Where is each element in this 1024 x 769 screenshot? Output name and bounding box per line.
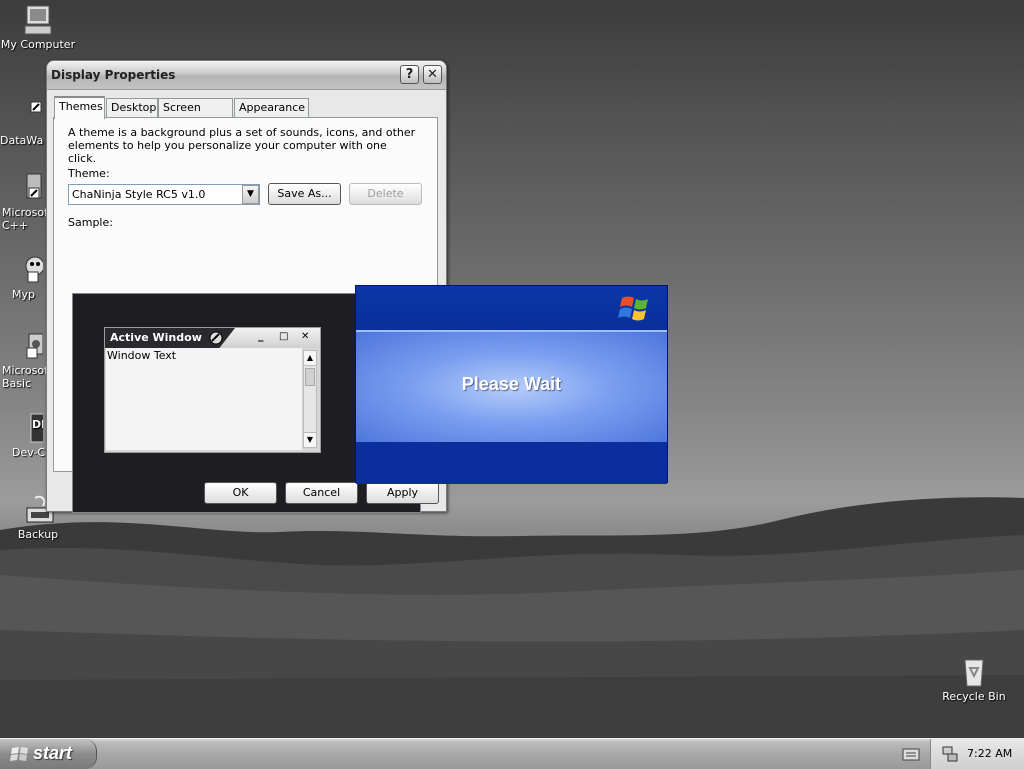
scroll-thumb: [305, 368, 315, 386]
taskbar: start 7:22 AM: [0, 738, 1024, 769]
my-computer-icon: [21, 4, 55, 36]
cancel-button[interactable]: Cancel: [285, 482, 358, 504]
desktop-icon-label: Backup: [17, 528, 59, 541]
sample-logo-icon: [209, 331, 223, 345]
please-wait-dialog: Please Wait: [355, 285, 668, 484]
svg-text:DE: DE: [32, 418, 43, 431]
help-button[interactable]: ?: [400, 65, 419, 84]
ok-button[interactable]: OK: [204, 482, 277, 504]
title-bar[interactable]: Display Properties ? ✕: [47, 61, 446, 90]
desktop-icon-recycle-bin[interactable]: Recycle Bin: [936, 656, 1012, 703]
sample-title-bar: Active Window _ □ ✕: [105, 328, 320, 348]
minimize-icon: _: [258, 329, 264, 342]
window-title: Display Properties: [51, 68, 176, 82]
desktop-icon-my-computer[interactable]: My Computer: [0, 4, 76, 51]
clock[interactable]: 7:22 AM: [967, 747, 1012, 760]
windows-flag-icon: [10, 747, 28, 761]
sample-label: Sample:: [68, 216, 113, 229]
maximize-icon: □: [279, 331, 289, 342]
tab-screen-saver[interactable]: Screen Saver: [158, 98, 233, 131]
shortcut-icon: [9, 330, 44, 362]
desktop-icon-label: Recycle Bin: [942, 690, 1006, 703]
shortcut-icon: [9, 100, 43, 132]
tab-desktop[interactable]: Desktop: [106, 98, 158, 117]
theme-select-value: ChaNinja Style RC5 v1.0: [72, 188, 206, 201]
desktop-icon-label: My Computer: [0, 38, 76, 51]
delete-button: Delete: [349, 183, 422, 205]
please-wait-message: Please Wait: [461, 374, 562, 394]
sample-active-window: Active Window _ □ ✕ Window Text ▲ ▼: [104, 327, 321, 453]
sample-scrollbar: ▲ ▼: [303, 350, 317, 448]
close-icon: ✕: [301, 331, 310, 342]
sample-window-body: Window Text: [106, 348, 302, 450]
wallpaper-hills: [0, 497, 1024, 738]
system-tray: 7:22 AM: [930, 739, 1024, 769]
dev-cpp-icon: DE: [9, 412, 49, 444]
shortcut-icon: [9, 254, 45, 286]
save-as-button[interactable]: Save As...: [268, 183, 341, 205]
theme-select[interactable]: ChaNinja Style RC5 v1.0 ▼: [68, 184, 260, 205]
scroll-up-icon: ▲: [304, 351, 316, 366]
tab-themes[interactable]: Themes: [54, 96, 105, 119]
network-icon[interactable]: [941, 745, 959, 763]
start-button[interactable]: start: [0, 739, 97, 769]
sample-window-title: Active Window: [110, 331, 202, 344]
please-wait-footer: [356, 442, 667, 484]
close-button[interactable]: ✕: [423, 65, 442, 84]
chevron-down-icon[interactable]: ▼: [242, 185, 259, 204]
shortcut-icon: [9, 172, 43, 204]
scroll-down-icon: ▼: [304, 432, 316, 447]
windows-logo-icon: [618, 296, 648, 321]
please-wait-header: [356, 286, 667, 330]
theme-label: Theme:: [68, 167, 110, 180]
themes-description: A theme is a background plus a set of so…: [68, 126, 416, 165]
keyboard-icon[interactable]: [902, 746, 920, 762]
tab-appearance[interactable]: Appearance: [234, 98, 309, 117]
apply-button[interactable]: Apply: [366, 482, 439, 504]
recycle-bin-icon: [957, 656, 991, 688]
sample-window-text: Window Text: [107, 349, 177, 362]
start-label: start: [33, 743, 73, 763]
